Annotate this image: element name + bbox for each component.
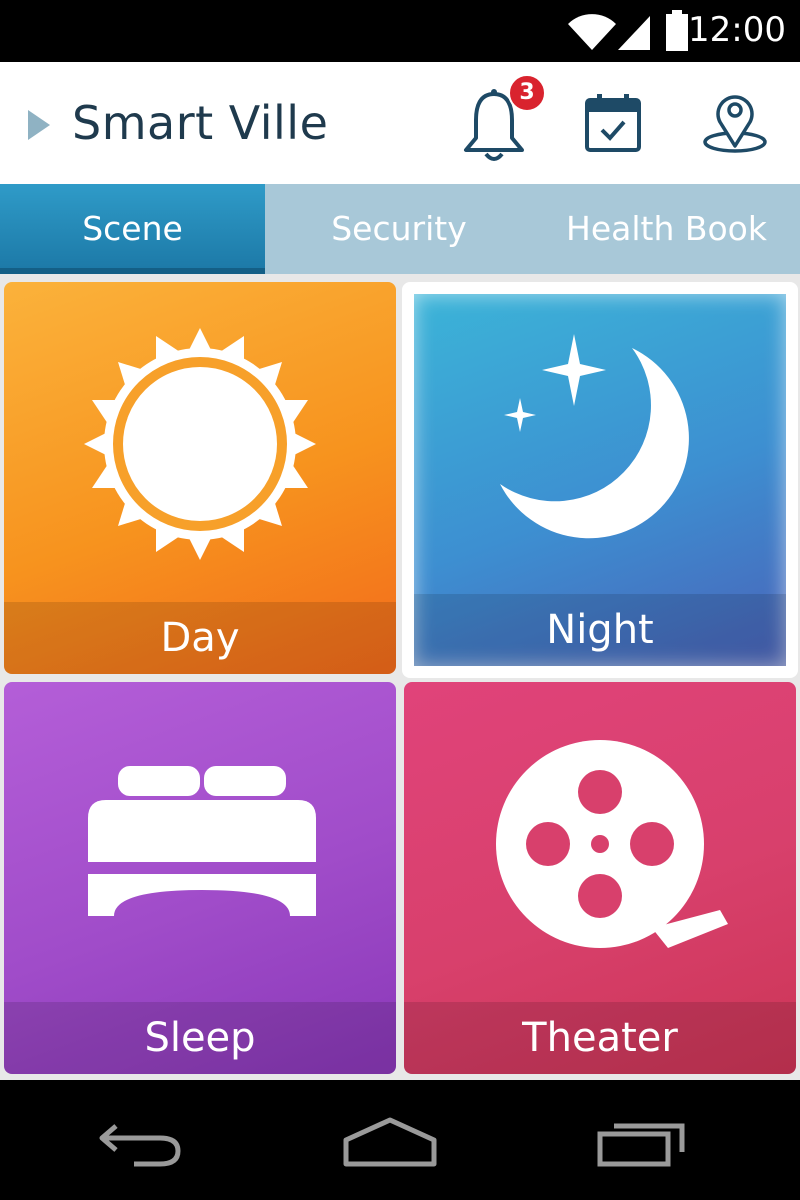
night-tile-inner: Night — [414, 294, 786, 666]
film-reel-icon — [496, 740, 728, 948]
scene-tile-theater[interactable]: Theater — [404, 682, 796, 1074]
battery-icon — [666, 10, 688, 51]
nav-bar — [0, 1080, 800, 1200]
wifi-icon — [568, 14, 616, 50]
app-bar: Smart Ville 3 — [0, 62, 800, 184]
status-time: 12:00 — [688, 10, 786, 50]
app-title: Smart Ville — [72, 96, 329, 150]
scene-label-sleep: Sleep — [144, 1015, 256, 1061]
menu-arrow-icon[interactable] — [26, 108, 52, 142]
scene-tile-night[interactable]: Night — [402, 282, 798, 678]
notifications-button[interactable]: 3 — [458, 70, 550, 170]
signal-icon — [618, 16, 650, 50]
scene-label-night: Night — [546, 607, 654, 653]
location-pin-icon[interactable] — [700, 90, 770, 154]
tab-bar: Scene Security Health Book — [0, 184, 800, 274]
status-bar: 12:00 — [0, 0, 800, 62]
notification-badge: 3 — [508, 74, 546, 112]
back-icon[interactable] — [96, 1118, 184, 1168]
scene-tile-day[interactable]: Day — [4, 282, 396, 674]
home-icon[interactable] — [342, 1116, 438, 1168]
sun-icon — [84, 328, 316, 560]
moon-stars-icon — [500, 334, 689, 539]
tab-scene[interactable]: Scene — [0, 184, 265, 274]
scene-label-theater: Theater — [522, 1015, 678, 1061]
scene-tile-sleep[interactable]: Sleep — [4, 682, 396, 1074]
scene-label-day: Day — [160, 615, 240, 661]
scene-grid: Day Night Sleep Theater — [0, 274, 800, 1080]
tab-health-book[interactable]: Health Book — [533, 184, 800, 274]
bed-icon — [88, 766, 316, 916]
recent-apps-icon[interactable] — [596, 1116, 688, 1168]
tab-security[interactable]: Security — [265, 184, 533, 274]
calendar-check-icon[interactable] — [584, 92, 642, 154]
